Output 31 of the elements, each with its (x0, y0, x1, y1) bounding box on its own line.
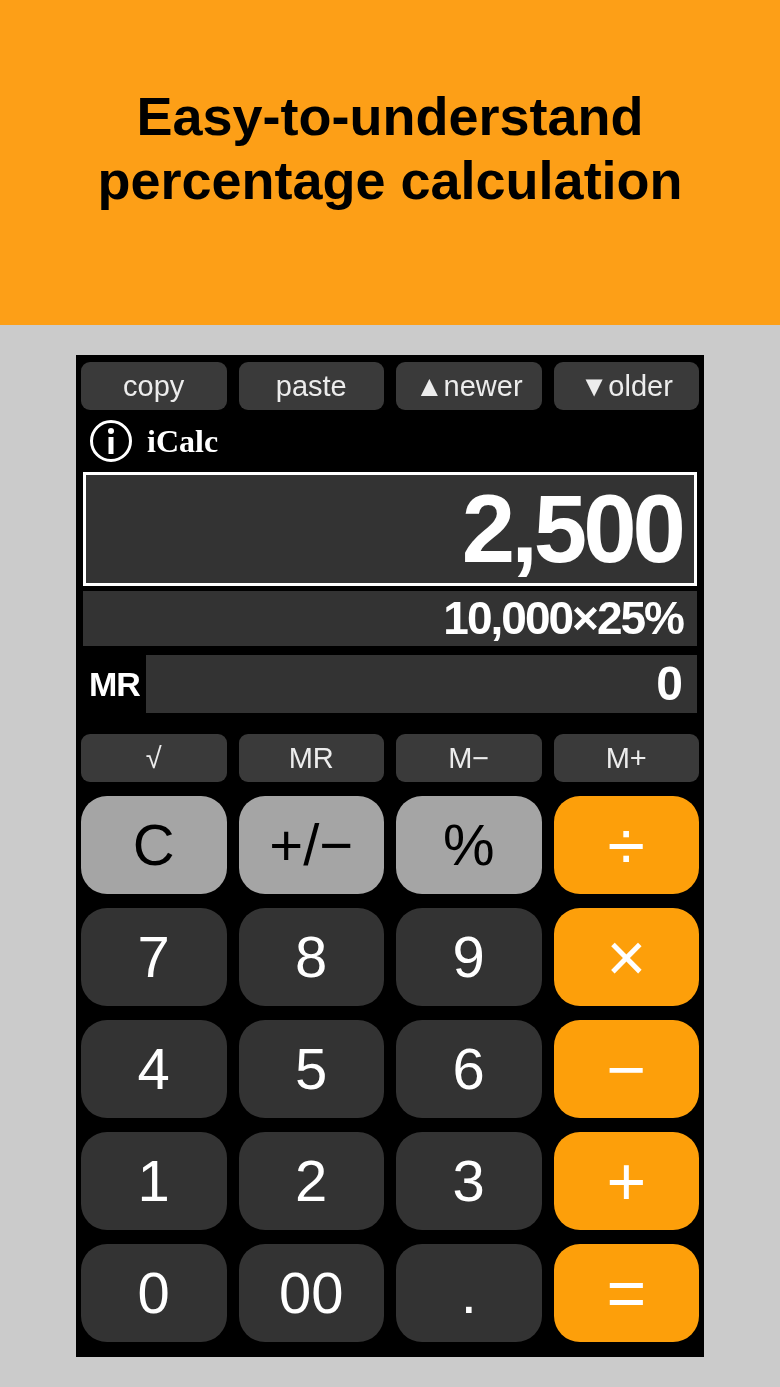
function-key[interactable]: % (396, 796, 542, 894)
memory-key[interactable]: M+ (553, 734, 699, 782)
memory-value: 0 (656, 656, 683, 712)
info-icon[interactable] (89, 419, 133, 463)
app-title: iCalc (147, 422, 219, 461)
function-key[interactable]: +/− (238, 796, 384, 894)
digit-key[interactable]: 2 (238, 1132, 384, 1230)
memory-key[interactable]: MR (238, 734, 384, 782)
digit-key[interactable]: 7 (81, 908, 227, 1006)
memory-key[interactable]: M− (396, 734, 542, 782)
toolbar-button[interactable]: ▼older (553, 362, 699, 410)
function-key[interactable]: C (81, 796, 227, 894)
headline-text: Easy-to-understand (136, 84, 644, 148)
memory-key[interactable]: √ (81, 734, 227, 782)
digit-key[interactable]: . (396, 1244, 542, 1342)
expression-text: 10,000×25% (443, 591, 683, 646)
result-value: 2,500 (461, 481, 682, 577)
digit-key[interactable]: 3 (396, 1132, 542, 1230)
toolbar-button[interactable]: paste (238, 362, 384, 410)
digit-key[interactable]: 1 (81, 1132, 227, 1230)
digit-key[interactable]: 00 (238, 1244, 384, 1342)
headline-text: percentage calculation (97, 148, 683, 212)
digit-key[interactable]: 8 (238, 908, 384, 1006)
memory-label: MR (89, 663, 140, 705)
toolbar-button[interactable]: copy (81, 362, 227, 410)
toolbar-button[interactable]: ▲newer (396, 362, 542, 410)
digit-key[interactable]: 6 (396, 1020, 542, 1118)
digit-key[interactable]: 0 (81, 1244, 227, 1342)
digit-key[interactable]: 5 (238, 1020, 384, 1118)
digit-key[interactable]: 4 (81, 1020, 227, 1118)
digit-key[interactable]: 9 (396, 908, 542, 1006)
